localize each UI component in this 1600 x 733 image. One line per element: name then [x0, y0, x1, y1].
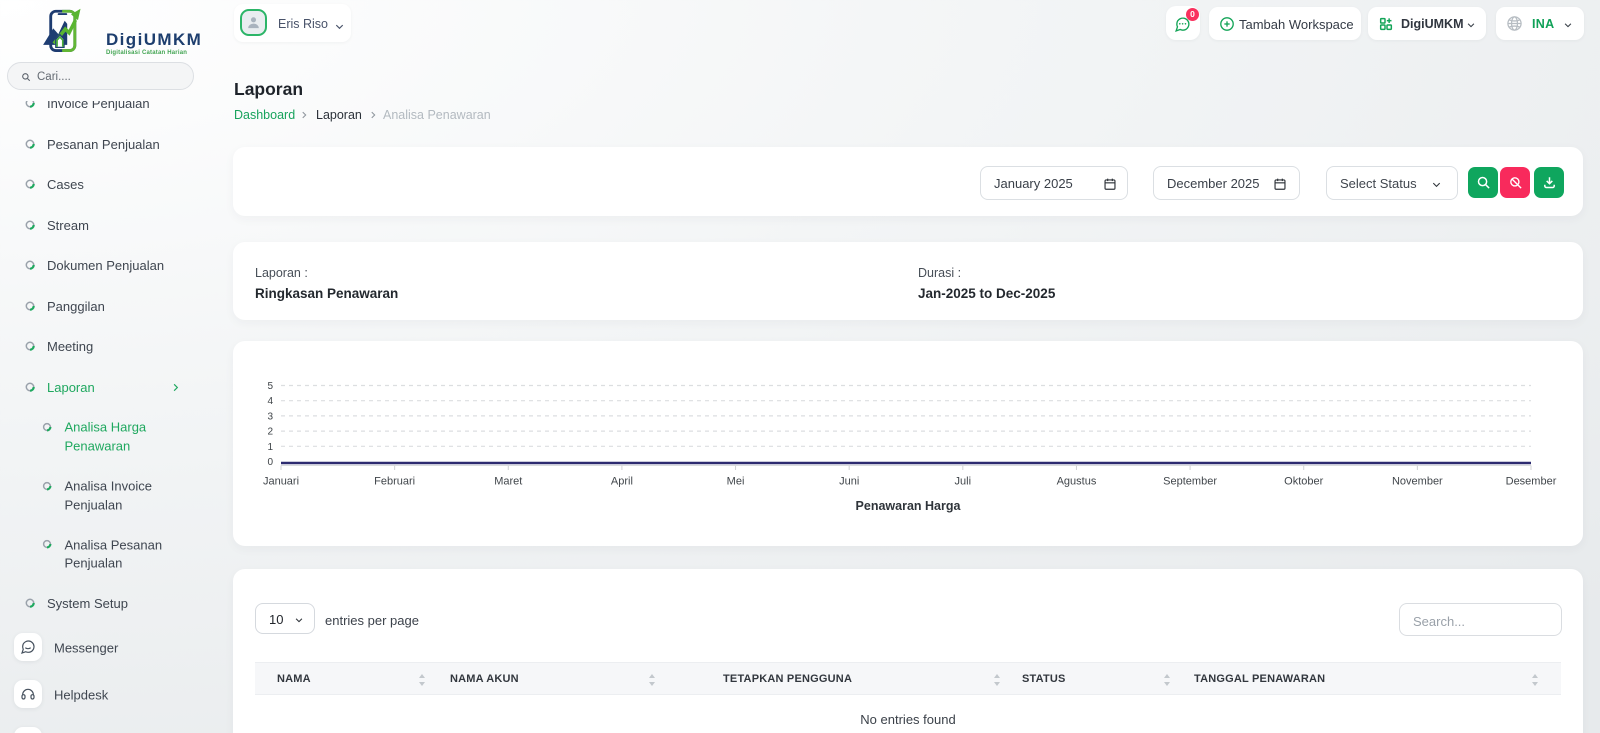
svg-text:Mei: Mei [727, 476, 745, 488]
svg-text:Januari: Januari [263, 476, 299, 488]
svg-text:Maret: Maret [494, 476, 522, 488]
svg-text:Juni: Juni [839, 476, 859, 488]
svg-text:4: 4 [267, 396, 273, 407]
svg-text:Juli: Juli [955, 476, 972, 488]
svg-text:1: 1 [267, 442, 273, 453]
svg-text:Desember: Desember [1506, 476, 1557, 488]
svg-text:Agustus: Agustus [1057, 476, 1097, 488]
svg-text:2: 2 [267, 427, 273, 438]
svg-text:0: 0 [267, 457, 273, 468]
svg-text:5: 5 [267, 381, 273, 392]
svg-text:September: September [1163, 476, 1217, 488]
svg-text:November: November [1392, 476, 1443, 488]
svg-text:April: April [611, 476, 633, 488]
svg-text:Oktober: Oktober [1284, 476, 1323, 488]
svg-text:Februari: Februari [374, 476, 415, 488]
svg-text:3: 3 [267, 411, 273, 422]
